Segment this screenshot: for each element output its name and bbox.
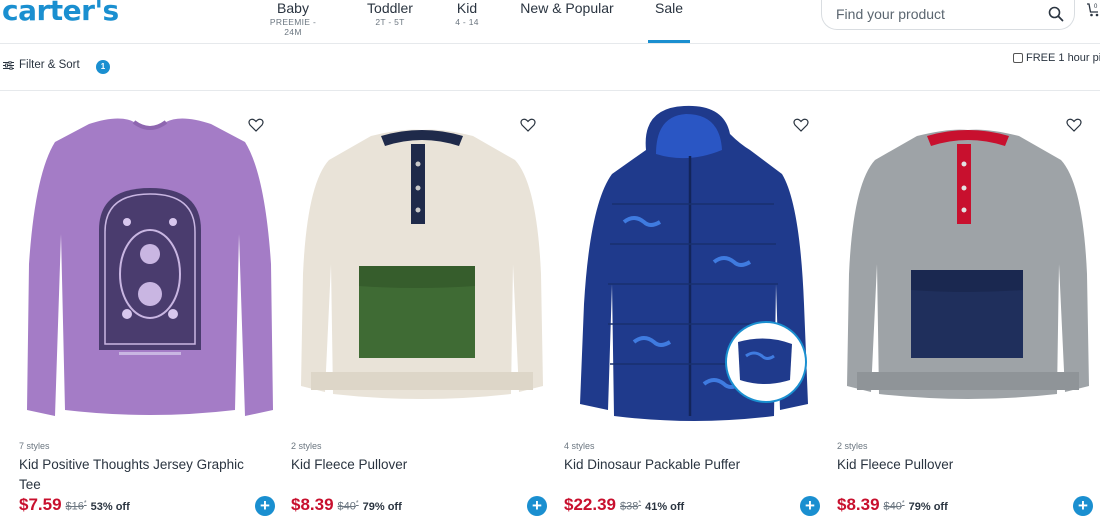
product-image-dinosaur-puffer[interactable]	[564, 104, 826, 424]
cart-icon[interactable]: 0	[1086, 2, 1100, 18]
nav-item-sublabel: 4 - 14	[455, 17, 479, 27]
nav-active-indicator	[648, 40, 690, 43]
nav-item-sale[interactable]: Sale	[650, 0, 688, 16]
sale-price: $8.39	[837, 495, 880, 514]
logo-text: carter's	[2, 0, 119, 27]
original-price-value: $40	[337, 501, 356, 513]
site-header: carter's® Baby PREEMIE - 24M Toddler 2T …	[0, 0, 1100, 44]
quick-add-button[interactable]: +	[800, 496, 820, 516]
filter-sort-button[interactable]: Filter & Sort	[3, 59, 80, 71]
nav-item-label: Kid	[456, 0, 478, 16]
original-price: $38*	[620, 500, 641, 513]
price-row: $8.39 $40* 79% off	[291, 495, 402, 515]
cart-count: 0	[1094, 4, 1098, 10]
nav-item-label: New & Popular	[520, 0, 614, 16]
discount-percent: 79% off	[908, 501, 948, 513]
nav-item-new-popular[interactable]: New & Popular	[515, 0, 619, 16]
nav-item-label: Baby	[277, 0, 309, 16]
discount-percent: 53% off	[90, 501, 130, 513]
sale-price: $8.39	[291, 495, 334, 514]
search-bar	[821, 0, 1075, 30]
filter-sort-label: Filter & Sort	[19, 59, 80, 71]
nav-item-sublabel: 2T - 5T	[375, 17, 405, 27]
product-image-fleece-pullover-cream[interactable]	[291, 104, 553, 424]
style-count: 2 styles	[837, 441, 868, 451]
sale-price: $22.39	[564, 495, 616, 514]
discount-percent: 79% off	[362, 501, 402, 513]
nav-item-label: Sale	[654, 0, 684, 16]
wishlist-heart-icon[interactable]	[793, 118, 809, 132]
original-price-value: $38	[620, 501, 639, 513]
product-card[interactable]: 2 styles Kid Fleece Pullover $8.39 $40* …	[837, 104, 1099, 521]
style-count: 4 styles	[564, 441, 595, 451]
price-row: $22.39 $38* 41% off	[564, 495, 684, 515]
search-icon[interactable]	[1047, 5, 1065, 23]
price-footnote-mark: *	[901, 500, 905, 508]
pickup-label: FREE 1 hour pic	[1026, 52, 1100, 64]
original-price-value: $16	[65, 501, 84, 513]
product-image-fleece-pullover-gray[interactable]	[837, 104, 1099, 424]
price-footnote-mark: *	[638, 500, 642, 508]
discount-percent: 41% off	[645, 501, 685, 513]
filter-count-badge: 1	[96, 60, 110, 74]
product-card[interactable]: 7 styles Kid Positive Thoughts Jersey Gr…	[19, 104, 281, 521]
product-name[interactable]: Kid Fleece Pullover	[291, 455, 541, 475]
product-image-purple-tee[interactable]	[19, 104, 281, 424]
style-count: 7 styles	[19, 441, 50, 451]
nav-item-label: Toddler	[367, 0, 413, 16]
carters-logo[interactable]: carter's®	[2, 0, 126, 27]
wishlist-heart-icon[interactable]	[520, 118, 536, 132]
product-name[interactable]: Kid Dinosaur Packable Puffer	[564, 455, 814, 475]
pickup-checkbox[interactable]	[1013, 53, 1023, 63]
product-name[interactable]: Kid Fleece Pullover	[837, 455, 1087, 475]
search-input[interactable]	[836, 4, 1036, 24]
quick-add-button[interactable]: +	[255, 496, 275, 516]
nav-item-kid[interactable]: Kid 4 - 14	[450, 0, 484, 27]
wishlist-heart-icon[interactable]	[248, 118, 264, 132]
style-count: 2 styles	[291, 441, 322, 451]
quick-add-button[interactable]: +	[527, 496, 547, 516]
price-row: $8.39 $40* 79% off	[837, 495, 948, 515]
nav-item-sublabel: PREEMIE - 24M	[269, 17, 317, 37]
wishlist-heart-icon[interactable]	[1066, 118, 1082, 132]
quick-add-button[interactable]: +	[1073, 496, 1093, 516]
free-pickup-toggle[interactable]: FREE 1 hour pic	[1013, 52, 1100, 64]
filter-bar: Filter & Sort 1 FREE 1 hour pic	[0, 44, 1100, 91]
original-price-value: $40	[883, 501, 902, 513]
product-card[interactable]: 4 styles Kid Dinosaur Packable Puffer $2…	[564, 104, 826, 521]
original-price: $40*	[338, 500, 359, 513]
price-footnote-mark: *	[355, 500, 359, 508]
price-footnote-mark: *	[83, 500, 87, 508]
original-price: $16*	[66, 500, 87, 513]
nav-item-baby[interactable]: Baby PREEMIE - 24M	[262, 0, 324, 37]
price-row: $7.59 $16* 53% off	[19, 495, 130, 515]
sale-price: $7.59	[19, 495, 62, 514]
original-price: $40*	[884, 500, 905, 513]
product-name[interactable]: Kid Positive Thoughts Jersey Graphic Tee	[19, 455, 269, 495]
nav-item-toddler[interactable]: Toddler 2T - 5T	[361, 0, 419, 27]
sliders-icon	[3, 60, 14, 70]
product-card[interactable]: 2 styles Kid Fleece Pullover $8.39 $40* …	[291, 104, 553, 521]
